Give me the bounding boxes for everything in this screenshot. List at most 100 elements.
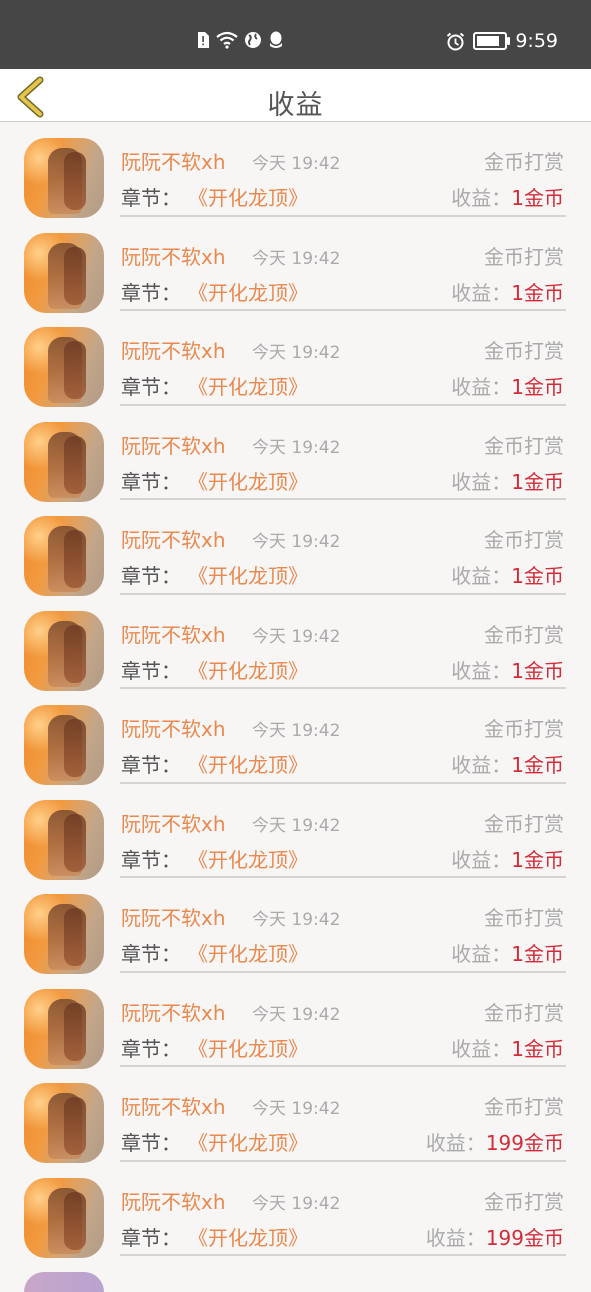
chapter-title[interactable]: 《开化龙顶》	[188, 749, 308, 778]
timestamp: 今天 19:42	[252, 1004, 341, 1025]
list-item[interactable]: 阮阮不软xh 今天 19:42 金币打赏 章节： 《开化龙顶》 收益：1金币	[0, 500, 591, 596]
chapter-label: 章节：	[121, 1036, 181, 1061]
timestamp: 今天 19:42	[252, 437, 341, 458]
list-item[interactable]: 阮阮不软xh 今天 19:42 金币打赏 章节： 《开化龙顶》 收益：199金币	[0, 1067, 591, 1163]
avatar[interactable]	[24, 1083, 104, 1163]
earnings-label: 收益：	[451, 753, 512, 777]
transaction-type: 金币打赏	[484, 150, 564, 174]
avatar[interactable]	[24, 516, 104, 596]
list-item[interactable]: 阮阮不软xh 今天 19:42 金币打赏 章节： 《开化龙顶》 收益：1金币	[0, 784, 591, 880]
avatar[interactable]	[24, 894, 104, 974]
chapter-title[interactable]: 《开化龙顶》	[188, 1222, 308, 1251]
user-name[interactable]: 阮阮不软xh	[121, 713, 226, 742]
user-name[interactable]: 阮阮不软xh	[121, 997, 226, 1026]
avatar[interactable]	[24, 138, 104, 218]
chapter-title[interactable]: 《开化龙顶》	[188, 655, 308, 684]
battery-icon	[473, 32, 511, 50]
qq-icon	[270, 31, 282, 48]
timestamp: 今天 19:42	[252, 910, 341, 930]
earnings-label: 收益：	[451, 564, 512, 588]
timestamp: 今天 19:42	[252, 343, 341, 363]
status-icons	[196, 31, 284, 49]
earnings-label: 收益：	[425, 1131, 486, 1155]
earnings: 收益：1金币	[451, 560, 564, 589]
list-item[interactable]: 阮阮不软xh 今天 19:42 金币打赏 章节： 《开化龙顶》 收益：1金币	[0, 406, 591, 502]
list-item[interactable]: 阮阮不软xh 今天 19:42 金币打赏 章节： 《开化龙顶》 收益：1金币	[0, 595, 591, 691]
earnings-value: 1金币	[511, 186, 564, 210]
transaction-type: 金币打赏	[484, 811, 564, 836]
user-name[interactable]: 阮阮不软xh	[121, 241, 226, 270]
earnings-label: 收益：	[451, 186, 512, 210]
chapter-title[interactable]: 《开化龙顶》	[188, 277, 308, 306]
earnings-label: 收益：	[451, 658, 512, 683]
avatar[interactable]	[24, 421, 104, 502]
chapter-title[interactable]: 《开化龙顶》	[188, 560, 308, 589]
chapter-title[interactable]: 《开化龙顶》	[188, 1033, 308, 1062]
list-item[interactable]: 阮阮不软xh 今天 19:42 金币打赏 章节： 《开化龙顶》 收益：1金币	[0, 973, 591, 1069]
chapter-label: 章节：	[121, 1131, 181, 1155]
earnings-label: 收益：	[425, 1225, 486, 1250]
earnings-value: 1金币	[511, 469, 564, 494]
earnings-label: 收益：	[451, 942, 512, 966]
chapter-label: 章节：	[121, 658, 181, 683]
chapter-title[interactable]: 《开化龙顶》	[188, 371, 308, 400]
timestamp: 今天 19:42	[252, 721, 341, 741]
chapter-title[interactable]: 《开化龙顶》	[188, 466, 308, 495]
chapter-title[interactable]: 《开化龙顶》	[188, 844, 308, 873]
chapter-title[interactable]: 《开化龙顶》	[188, 1127, 308, 1156]
timestamp: 今天 19:42	[252, 154, 341, 174]
chapter-label: 章节：	[121, 186, 181, 210]
timestamp: 今天 19:42	[252, 248, 341, 269]
timestamp: 今天 19:42	[252, 815, 341, 836]
user-name[interactable]: 阮阮不软xh	[121, 808, 226, 837]
earnings: 收益：1金币	[451, 749, 564, 778]
user-name[interactable]: 阮阮不软xh	[121, 335, 226, 364]
chapter-label: 章节：	[121, 280, 181, 305]
user-name[interactable]: 阮阮不软xh	[121, 146, 226, 175]
transaction-type: 金币打赏	[484, 717, 564, 741]
earnings-value: 1金币	[511, 658, 564, 683]
avatar[interactable]	[24, 799, 104, 880]
user-name[interactable]: 阮阮不软xh	[121, 524, 226, 553]
list-item[interactable]: 阮阮不软xh 今天 19:42 金币打赏 章节： 《开化龙顶》 收益：1金币	[0, 878, 591, 974]
user-name[interactable]: 阮阮不软xh	[121, 1186, 226, 1215]
user-name[interactable]: 阮阮不软xh	[121, 430, 226, 459]
avatar[interactable]	[24, 988, 104, 1069]
user-name[interactable]: 阮阮不软xh	[121, 619, 226, 648]
earnings-value: 1金币	[511, 564, 564, 588]
user-name[interactable]: 阮阮不软xh	[121, 1091, 226, 1120]
earnings: 收益：1金币	[451, 182, 564, 211]
list-item[interactable]: 阮阮不软xh 今天 19:42 金币打赏 章节： 《开化龙顶》 收益：199金币	[0, 1162, 591, 1258]
user-name[interactable]: 阮阮不软xh	[121, 902, 226, 931]
transaction-type: 金币打赏	[484, 339, 564, 363]
earnings-label: 收益：	[451, 469, 512, 494]
earnings-value: 1金币	[511, 847, 564, 872]
list-item[interactable]: 阮阮不软xh 今天 19:42 金币打赏 章节： 《开化龙顶》 收益：1金币	[0, 122, 591, 218]
chapter-title[interactable]: 《开化龙顶》	[188, 182, 308, 211]
earnings-label: 收益：	[451, 280, 512, 305]
earnings-value: 1金币	[511, 1036, 564, 1061]
timestamp: 今天 19:42	[252, 532, 341, 552]
earnings-value: 1金币	[511, 375, 564, 399]
avatar[interactable]	[24, 610, 104, 691]
avatar[interactable]	[24, 1177, 104, 1258]
earnings: 收益：199金币	[426, 1222, 564, 1251]
status-right: 9:59	[446, 30, 558, 52]
earnings-list[interactable]: 阮阮不软xh 今天 19:42 金币打赏 章节： 《开化龙顶》 收益：1金币 阮…	[0, 122, 591, 1258]
chapter-title[interactable]: 《开化龙顶》	[188, 938, 308, 967]
transaction-type: 金币打赏	[484, 622, 564, 647]
avatar	[24, 1272, 104, 1292]
status-bar: 9:59	[0, 0, 591, 69]
timestamp: 今天 19:42	[252, 1099, 341, 1119]
avatar[interactable]	[24, 327, 104, 407]
list-item[interactable]: 阮阮不软xh 今天 19:42 金币打赏 章节： 《开化龙顶》 收益：1金币	[0, 311, 591, 407]
avatar[interactable]	[24, 232, 104, 313]
header-bar: 收益	[0, 69, 591, 122]
earnings-label: 收益：	[451, 1036, 512, 1061]
transaction-type: 金币打赏	[484, 906, 564, 930]
chapter-label: 章节：	[121, 847, 181, 872]
list-item[interactable]: 阮阮不软xh 今天 19:42 金币打赏 章节： 《开化龙顶》 收益：1金币	[0, 217, 591, 313]
avatar[interactable]	[24, 705, 104, 785]
alarm-icon	[447, 32, 465, 50]
list-item[interactable]: 阮阮不软xh 今天 19:42 金币打赏 章节： 《开化龙顶》 收益：1金币	[0, 689, 591, 785]
